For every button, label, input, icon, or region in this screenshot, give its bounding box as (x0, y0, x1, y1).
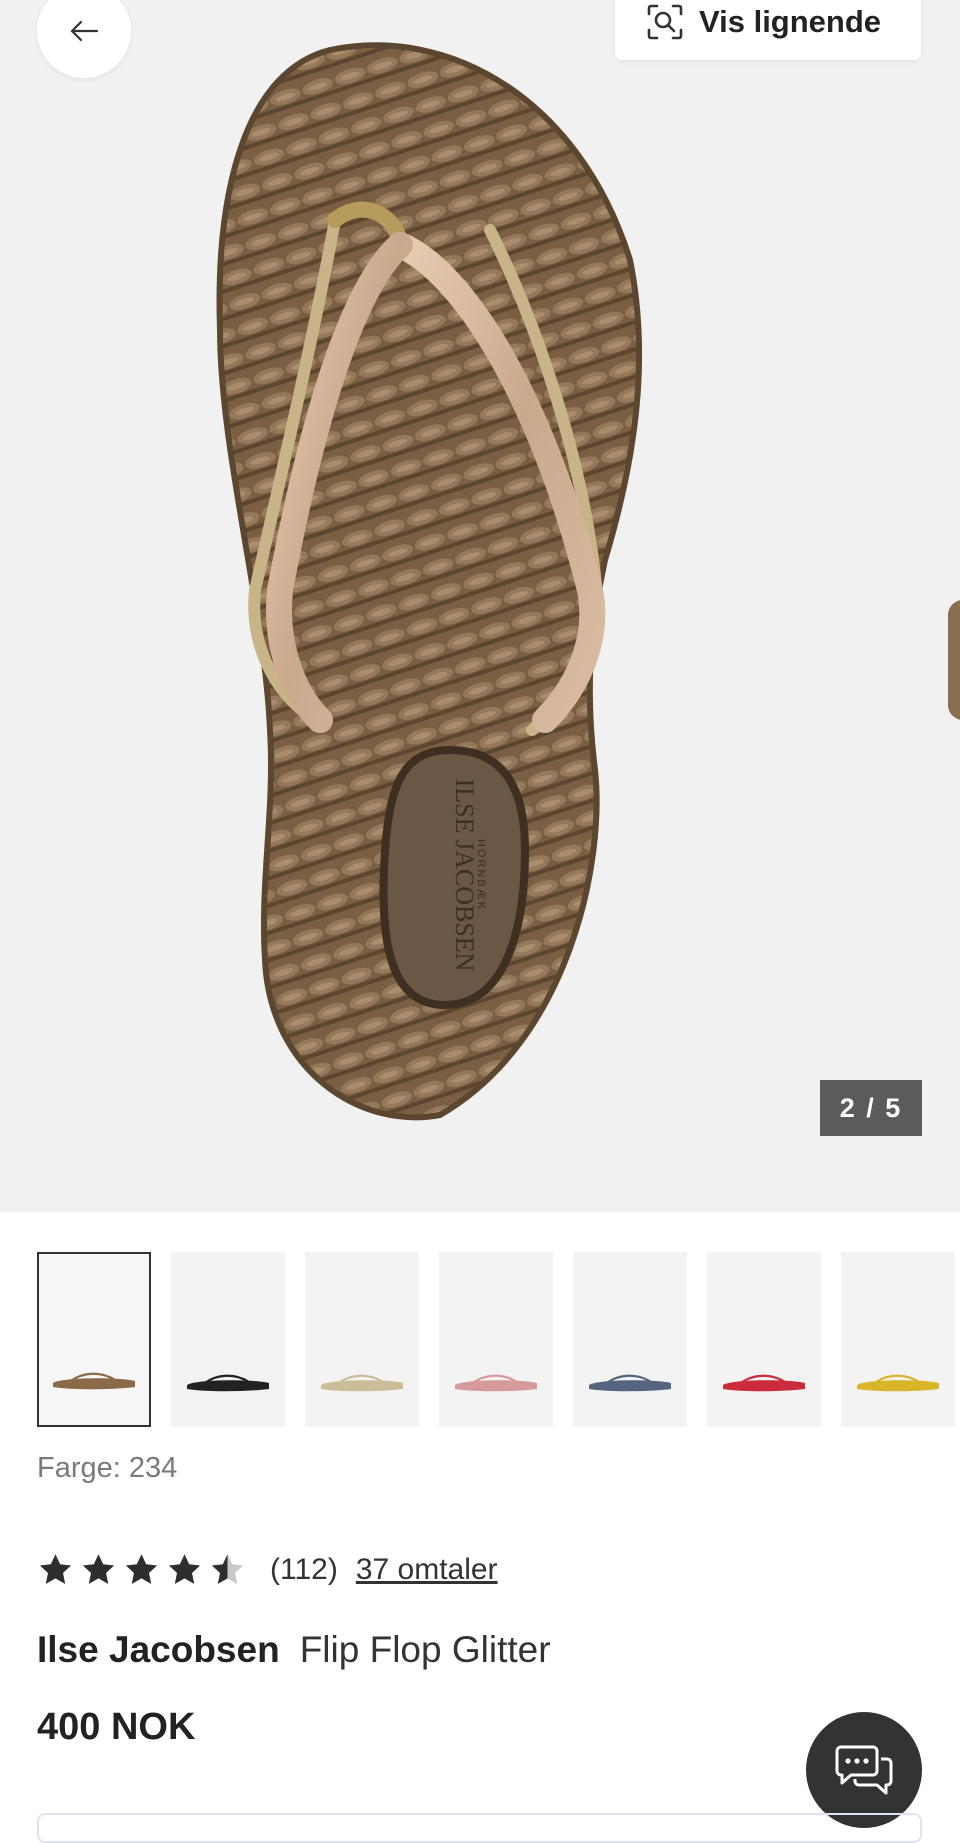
product-image: ILSE JACOBSEN HORNBÆK (216, 42, 643, 1121)
price: 400 NOK (37, 1706, 196, 1748)
color-thumbnail[interactable] (439, 1252, 553, 1427)
rating-stars (37, 1552, 246, 1588)
color-thumbnail[interactable] (707, 1252, 821, 1427)
product-name: Flip Flop Glitter (299, 1629, 551, 1670)
flip-flop-thumbnail-image (321, 1374, 403, 1392)
flip-flop-thumbnail-image (187, 1374, 269, 1392)
bottom-panel (37, 1813, 922, 1843)
image-search-icon (647, 4, 683, 40)
show-similar-label: Vis lignende (699, 4, 882, 39)
arrow-left-icon (70, 20, 99, 42)
color-thumbnail[interactable] (305, 1252, 419, 1427)
reviews-link[interactable]: 37 omtaler (356, 1553, 498, 1587)
flip-flop-thumbnail-image (455, 1374, 537, 1392)
product-title: Ilse Jacobsen Flip Flop Glitter (37, 1629, 551, 1671)
brand-name: Ilse Jacobsen (37, 1629, 280, 1670)
product-image-gallery[interactable]: ILSE JACOBSEN HORNBÆK Vis lignende 2 / 5 (0, 0, 960, 1212)
flip-flop-thumbnail-image (723, 1374, 805, 1392)
sole-logo-subtext: HORNBÆK (475, 839, 487, 911)
color-thumbnail[interactable] (573, 1252, 687, 1427)
flip-flop-thumbnail-image (589, 1374, 671, 1392)
chat-bubbles-icon (835, 1745, 893, 1795)
show-similar-button[interactable]: Vis lignende (615, 0, 921, 60)
color-thumbnail[interactable] (171, 1252, 285, 1427)
image-counter: 2 / 5 (820, 1080, 922, 1136)
star-full-icon (125, 1554, 158, 1584)
next-image-peek (948, 600, 960, 720)
color-label: Farge: 234 (37, 1452, 178, 1484)
rating-count: (112) (270, 1553, 338, 1586)
star-full-icon (82, 1554, 115, 1584)
chat-button[interactable] (806, 1712, 922, 1828)
flip-flop-thumbnail-image (857, 1374, 939, 1392)
sole-logo-text: ILSE JACOBSEN (450, 779, 479, 972)
flip-flop-thumbnail-image (53, 1372, 135, 1390)
color-thumbnail[interactable] (841, 1252, 955, 1427)
star-half-icon (211, 1554, 244, 1584)
star-full-icon (39, 1554, 72, 1584)
back-button[interactable] (37, 0, 131, 78)
star-full-icon (168, 1554, 201, 1584)
color-thumbnails (37, 1252, 955, 1427)
rating-row: (112) 37 omtaler (37, 1552, 498, 1588)
color-thumbnail[interactable] (37, 1252, 151, 1427)
